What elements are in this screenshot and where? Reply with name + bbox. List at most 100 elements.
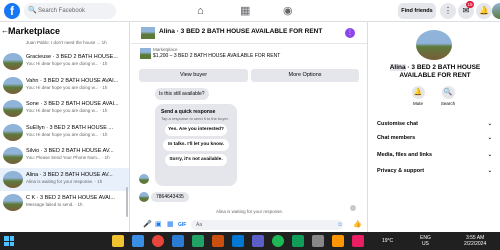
chat-details-panel: Alina · 3 BED 2 BATH HOUSE AVAILABLE FOR… [369, 22, 500, 232]
conversation-item[interactable]: C K · 3 BED 2 BATH HOUSE AVAI... Message… [0, 191, 129, 215]
chrome-icon[interactable] [152, 235, 164, 247]
conversation-item[interactable]: Silvio · 3 BED 2 BATH HOUSE AV... You: P… [0, 144, 129, 168]
menu-label: Media, files and links [377, 152, 433, 158]
view-buyer-button[interactable]: View buyer [139, 69, 248, 82]
like-icon[interactable]: 👍 [353, 220, 362, 230]
top-navigation-bar: f 🔍 Search Facebook ⌂ ▦ ◉ Find friends ⋮… [0, 0, 500, 22]
conversation-item[interactable]: Vahn · 3 BED 2 BATH HOUSE AVAI... You: H… [0, 74, 129, 98]
file-explorer-icon[interactable] [112, 235, 124, 247]
windows-start-icon[interactable] [4, 236, 14, 246]
image-icon[interactable]: ▣ [155, 220, 162, 230]
quick-reply-in-talks-button[interactable]: In talks. I'll let you know. [163, 139, 229, 151]
message-composer: 🎤 ▣ ▦ GIF Aa ☺ 👍 [131, 218, 368, 232]
settings-icon[interactable] [312, 235, 324, 247]
windows-taskbar: 19°C ENG US 3:55 AM 2/22/2024 [0, 232, 500, 250]
conversation-preview: Message failed to send. · 1h [26, 202, 83, 207]
edge-icon[interactable] [132, 235, 144, 247]
sticker-icon[interactable]: ▦ [167, 220, 174, 230]
chevron-down-icon: ⌄ [487, 152, 492, 158]
marketplace-inbox-panel: ← Marketplace Juan Pablo: I don't need t… [0, 22, 130, 232]
conversation-preview: You: Please Send Your Phone Num... · 1h [26, 155, 110, 160]
sender-avatar [139, 192, 149, 202]
chat-avatar[interactable] [141, 27, 155, 39]
details-title-listing: · 3 BED 2 BATH HOUSE AVAILABLE FOR RENT [399, 64, 481, 79]
quick-response-title: Send a quick response [161, 109, 216, 115]
received-message-phone: 7864643435 [151, 192, 189, 202]
app-icon[interactable] [352, 235, 364, 247]
find-friends-button[interactable]: Find friends [398, 3, 436, 19]
privacy-support-item[interactable]: Privacy & support ⌄ [377, 165, 494, 177]
listing-thumbnail [3, 100, 23, 117]
app-icon[interactable] [332, 235, 344, 247]
outlook-icon[interactable] [232, 235, 244, 247]
profile-avatar[interactable] [492, 3, 500, 19]
conversation-name: Vahn · 3 BED 2 BATH HOUSE AVAI... [26, 77, 119, 84]
conversation-name: SuEllyn · 3 BED 2 BATH HOUSE ... [26, 124, 114, 131]
excel-icon[interactable] [192, 235, 204, 247]
listing-thumbnail [3, 147, 23, 164]
search-placeholder: Search Facebook [38, 8, 86, 14]
search-chat-button[interactable]: 🔍 Search [435, 86, 461, 106]
notification-badge: 15 [466, 1, 475, 8]
list-item-preview[interactable]: Juan Pablo: I don't need the house ... 1… [0, 40, 129, 50]
conversation-preview: You: Hi dear hope you are doing w... · 1… [26, 108, 108, 113]
media-files-links-item[interactable]: Media, files and links ⌄ [377, 149, 494, 161]
language-indicator[interactable]: ENG US [420, 235, 431, 247]
search-label: Search [440, 101, 456, 106]
word-icon[interactable] [172, 235, 184, 247]
clock[interactable]: 3:55 AM 2/22/2024 [464, 235, 486, 247]
conversation-preview: You: Hi dear hope you are doing w... · 1… [26, 61, 108, 66]
sheets-icon[interactable] [292, 235, 304, 247]
gif-icon[interactable]: GIF [178, 220, 186, 230]
conversation-name: Gracieuse · 3 BED 2 BATH HOUSE... [26, 54, 118, 60]
listing-thumbnail [140, 48, 151, 59]
spotify-icon[interactable] [272, 235, 284, 247]
chat-members-item[interactable]: Chat members ⌄ [377, 132, 494, 144]
home-icon[interactable]: ⌂ [197, 4, 204, 18]
conversation-item[interactable]: Gracieuse · 3 BED 2 BATH HOUSE... You: H… [0, 50, 129, 74]
conversation-preview: You: Hi dear hope you are doing w... · 1… [26, 84, 108, 90]
marketplace-icon[interactable]: ▦ [240, 4, 250, 18]
conversation-name: Alina · 3 BED 2 BATH HOUSE AV... [26, 171, 113, 178]
info-icon[interactable]: ⋮ [345, 28, 355, 38]
conversation-item[interactable]: Sone · 3 BED 2 BATH HOUSE AVAI... You: H… [0, 97, 129, 121]
sender-avatar [139, 174, 149, 184]
listing-thumbnail [3, 76, 23, 94]
chat-title[interactable]: Alina · 3 BED 2 BATH HOUSE AVAILABLE FOR… [159, 28, 322, 35]
notifications-bell-icon[interactable]: 🔔 [476, 3, 492, 19]
customise-chat-item[interactable]: Customise chat ⌄ [377, 118, 494, 130]
teams-icon[interactable] [252, 235, 264, 247]
scrollbar[interactable] [126, 187, 128, 217]
back-arrow-icon[interactable]: ← [1, 22, 9, 40]
conversation-item[interactable]: SuEllyn · 3 BED 2 BATH HOUSE ... You: Hi… [0, 121, 129, 145]
chevron-down-icon: ⌄ [487, 121, 492, 127]
chat-header: Alina · 3 BED 2 BATH HOUSE AVAILABLE FOR… [131, 22, 367, 44]
quick-response-subtitle: Tap a response to send it to the buyer. [161, 116, 229, 121]
search-input[interactable]: 🔍 Search Facebook [24, 3, 116, 19]
more-options-button[interactable]: More Options [251, 69, 359, 82]
weather-temp[interactable]: 19°C [382, 238, 393, 244]
microphone-icon[interactable]: 🎤 [143, 220, 152, 230]
conversation-name: C K · 3 BED 2 BATH HOUSE AVAI... [26, 195, 115, 201]
date-label: 2/22/2024 [464, 241, 487, 247]
emoji-icon[interactable]: ☺ [337, 220, 343, 230]
facebook-logo[interactable]: f [4, 3, 20, 19]
conversation-item-active[interactable]: Alina · 3 BED 2 BATH HOUSE AV... Alina i… [0, 167, 129, 191]
conversation-preview: You: Hi dear hope you are doing w... · 1… [26, 131, 108, 137]
message-input[interactable]: Aa [191, 220, 343, 230]
menu-label: Privacy & support [377, 168, 425, 174]
waiting-status: Alina is waiting for your response. [215, 209, 284, 214]
listing-card[interactable]: Marketplace $1,200 – 3 BED 2 BATH HOUSE … [131, 44, 367, 68]
conversation-preview: Alina is waiting for your response. · 1h [26, 178, 103, 184]
panel-header: ← Marketplace [0, 22, 129, 40]
menu-grid-icon[interactable]: ⋮ [440, 3, 456, 19]
quick-reply-yes-button[interactable]: Yes. Are you interested? [165, 124, 227, 136]
search-icon: 🔍 [441, 86, 455, 99]
chevron-down-icon: ⌄ [487, 168, 492, 174]
mute-button[interactable]: 🔔 Mute [405, 86, 431, 106]
listing-thumbnail [3, 170, 23, 188]
bell-icon: 🔔 [411, 86, 425, 99]
powerpoint-icon[interactable] [212, 235, 224, 247]
quick-reply-sorry-button[interactable]: Sorry, it's not available. [165, 154, 227, 166]
gaming-icon[interactable]: ◉ [283, 4, 293, 18]
